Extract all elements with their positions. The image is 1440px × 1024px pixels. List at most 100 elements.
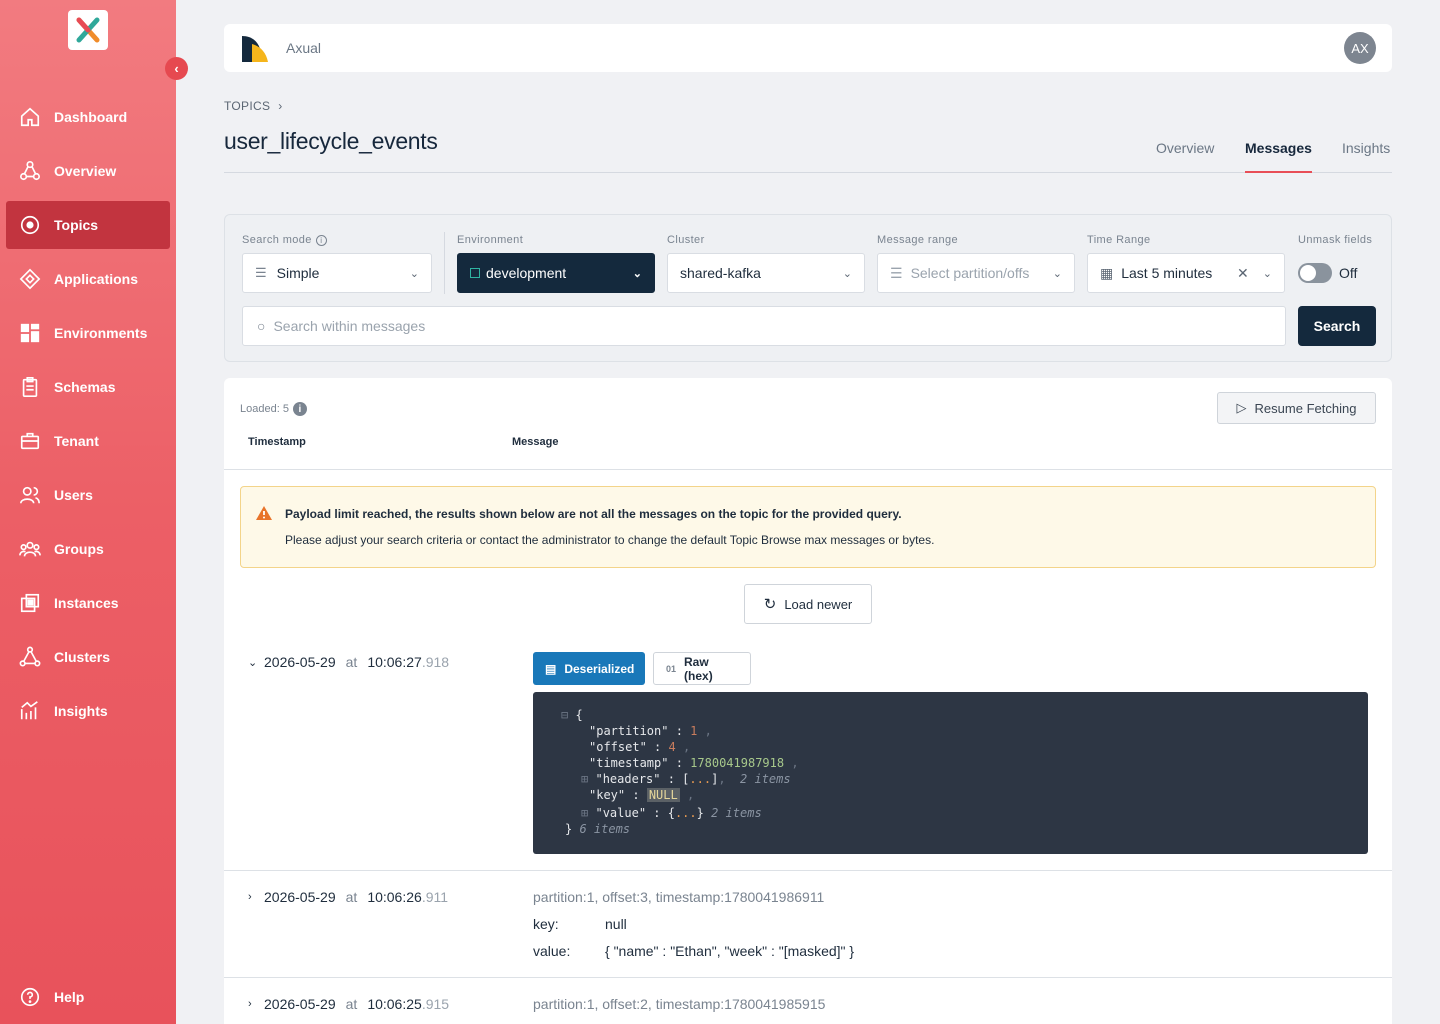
payload-limit-warning: Payload limit reached, the results shown… [240,486,1376,568]
play-icon: ▷ [1236,400,1247,415]
info-icon: i [315,234,327,246]
results-panel: Loaded: 5 i ▷ Resume Fetching Timestamp … [224,378,1392,1024]
sidebar-item-label: Instances [54,595,119,611]
json-viewer: ⊟ { "partition" : 1 , "offset" : 4 , "ti… [533,692,1368,854]
expand-icon[interactable]: ⊞ [581,772,588,786]
divider [444,232,445,294]
users-icon [19,484,41,506]
sidebar-item-topics[interactable]: Topics [6,201,170,249]
sidebar-item-users[interactable]: Users [6,471,170,519]
sidebar-item-groups[interactable]: Groups [6,525,170,573]
sidebar-item-instances[interactable]: Instances [6,579,170,627]
sidebar-item-insights[interactable]: Insights [6,687,170,735]
time-range-select[interactable]: ▦ Last 5 minutes ✕ ⌄ [1087,253,1285,293]
environments-icon [19,322,41,344]
breadcrumb-topics[interactable]: TOPICS [224,99,270,113]
sidebar-item-label: Topics [54,217,99,233]
chevron-right-icon: › [248,998,252,1010]
clear-icon[interactable]: ✕ [1237,265,1249,282]
sidebar-item-clusters[interactable]: Clusters [6,633,170,681]
binary-icon: 01 [666,663,677,674]
collapse-sidebar-button[interactable]: ‹ [165,57,188,80]
chevron-down-icon: ⌄ [842,267,852,280]
sidebar-item-label: Help [54,989,85,1005]
sidebar-item-help[interactable]: Help [6,973,170,1021]
raw-hex-button[interactable]: 01 Raw (hex) [653,652,751,685]
applications-icon [19,268,41,290]
sidebar-item-applications[interactable]: Applications [6,255,170,303]
instances-icon [19,592,41,614]
list-icon: ☰ [890,264,903,281]
value-label: value: [533,943,571,959]
search-button[interactable]: Search [1298,306,1376,346]
divider [224,870,1392,871]
schemas-icon [19,376,41,398]
time-range-label: Time Range [1087,234,1151,246]
chevron-down-icon: ⌄ [632,267,642,280]
deserialized-button[interactable]: ▤ Deserialized [533,652,645,685]
sidebar-item-label: Clusters [54,649,111,665]
cluster-label: Cluster [667,234,705,246]
sidebar-item-overview[interactable]: Overview [6,147,170,195]
sidebar-item-tenant[interactable]: Tenant [6,417,170,465]
environment-select[interactable]: development ⌄ [457,253,655,293]
message-row-toggle[interactable]: › 2026-05-29 at 10:06:26.911 [248,889,448,905]
search-icon: ○ [257,318,266,334]
message-range-label: Message range [877,234,959,246]
clusters-icon [19,646,41,668]
column-header-message: Message [512,436,559,448]
chevron-down-icon: ⌄ [1262,267,1272,280]
warning-title: Payload limit reached, the results shown… [285,507,902,521]
sidebar-item-dashboard[interactable]: Dashboard [6,93,170,141]
overview-icon [19,160,41,182]
refresh-icon: ↻ [763,596,777,613]
loaded-count: Loaded: 5 i [240,402,307,416]
key-label: key: [533,916,559,932]
load-newer-button[interactable]: ↻ Load newer [744,584,872,624]
message-meta: partition:1, offset:3, timestamp:1780041… [533,889,825,905]
search-mode-select[interactable]: ☰ Simple ⌄ [242,253,432,293]
message-row-toggle[interactable]: › 2026-05-29 at 10:06:25.915 [248,996,449,1012]
sidebar-item-label: Environments [54,325,148,341]
search-mode-label: Search mode i [242,234,327,246]
tab-insights[interactable]: Insights [1342,140,1390,173]
sidebar-item-label: Insights [54,703,108,719]
file-code-icon: ▤ [545,661,557,676]
sidebar-item-label: Tenant [54,433,99,449]
warning-text: Please adjust your search criteria or co… [285,533,935,547]
calendar-icon: ▦ [1100,264,1114,281]
value-value: { "name" : "Ethan", "week" : "[masked]" … [605,943,855,959]
divider [224,977,1392,978]
unmask-label: Unmask fields [1298,234,1373,246]
app-logo[interactable] [68,10,108,50]
key-value: null [605,916,627,932]
top-bar: Axual AX [224,24,1392,72]
message-row-toggle[interactable]: ⌄ 2026-05-29 at 10:06:27.918 [248,654,449,670]
groups-icon [19,538,41,560]
sidebar-item-schemas[interactable]: Schemas [6,363,170,411]
sidebar: ‹ Dashboard Overview Topics Applications… [0,0,188,1024]
org-name[interactable]: Axual [286,40,321,56]
chevron-down-icon: ⌄ [1052,267,1062,280]
sidebar-item-label: Dashboard [54,109,128,125]
org-logo [242,36,268,62]
insights-icon [19,700,41,722]
tab-messages[interactable]: Messages [1245,140,1312,173]
warning-icon [256,506,272,520]
expand-icon[interactable]: ⊞ [581,806,588,820]
column-header-timestamp: Timestamp [248,436,306,448]
sidebar-item-environments[interactable]: Environments [6,309,170,357]
chevron-down-icon: ⌄ [409,267,419,280]
help-icon [19,986,41,1008]
resume-fetching-button[interactable]: ▷ Resume Fetching [1217,392,1376,424]
tab-overview[interactable]: Overview [1156,140,1214,173]
unmask-state: Off [1339,265,1358,281]
chevron-down-icon: ⌄ [248,656,258,669]
info-icon[interactable]: i [292,402,307,416]
message-range-select[interactable]: ☰ Select partition/offs ⌄ [877,253,1075,293]
cluster-select[interactable]: shared-kafka ⌄ [667,253,865,293]
collapse-icon[interactable]: ⊟ [561,708,568,722]
search-input[interactable]: ○ Search within messages [242,306,1286,346]
unmask-toggle[interactable] [1298,263,1332,283]
avatar[interactable]: AX [1344,32,1376,64]
